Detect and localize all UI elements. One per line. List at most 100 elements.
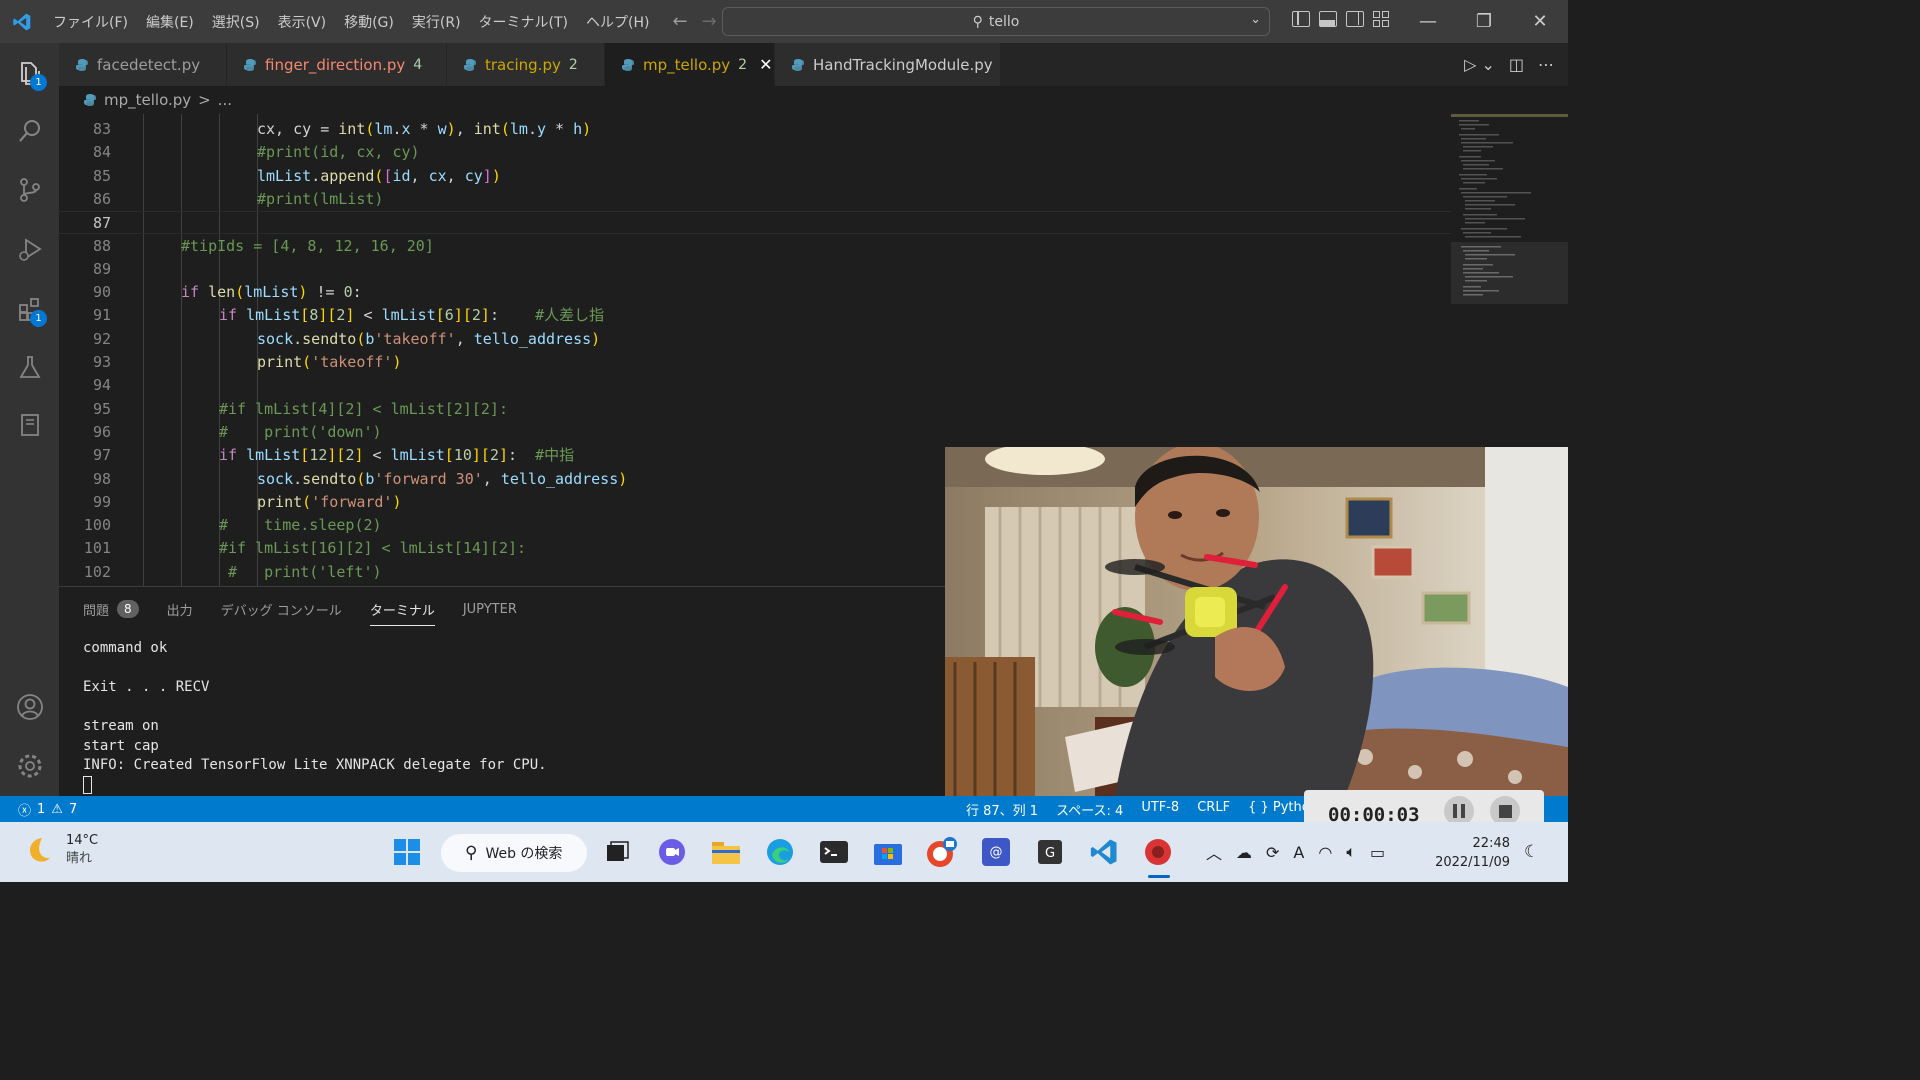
chat-icon[interactable] — [656, 836, 688, 868]
sync-icon[interactable]: ⟳ — [1266, 843, 1279, 862]
run-debug-icon[interactable] — [0, 223, 59, 275]
code-line[interactable]: 96 # print('down') — [59, 421, 1451, 444]
tab-tracing[interactable]: tracing.py 2 — [447, 43, 605, 86]
forward-arrow-icon[interactable]: → — [702, 11, 717, 32]
code-text: sock.sendto(b'takeoff', tello_address) — [257, 329, 601, 348]
code-line[interactable]: 89 — [59, 258, 1451, 281]
tab-jupyter[interactable]: JUPYTER — [463, 587, 517, 631]
microsoft-store-icon[interactable] — [872, 836, 904, 868]
back-arrow-icon[interactable]: ← — [672, 11, 687, 32]
file-explorer-icon[interactable] — [710, 836, 742, 868]
vscode-taskbar-icon[interactable] — [1088, 836, 1120, 868]
terminal-output[interactable]: command ok Exit . . . RECV stream on start … — [83, 639, 547, 795]
python-file-icon — [243, 58, 257, 72]
code-line[interactable]: 85 lmList.append([id, cx, cy]) — [59, 165, 1451, 188]
system-tray: ︿ ☁ ⟳ A ◠ 🔈︎ ▭ — [1206, 840, 1385, 864]
menu-app-icon[interactable]: @ — [980, 836, 1012, 868]
code-line[interactable]: 92 sock.sendto(b'takeoff', tello_address) — [59, 328, 1451, 351]
quiet-hours-moon-icon[interactable]: ☾ — [1524, 842, 1539, 862]
split-editor-icon[interactable]: ◫ — [1509, 55, 1524, 74]
tab-debug-console[interactable]: デバッグ コンソール — [221, 587, 342, 631]
run-python-icon[interactable]: ▷ ⌄ — [1464, 55, 1495, 74]
minimize-icon[interactable]: — — [1400, 0, 1456, 43]
taskbar-search[interactable]: ⚲ Web の検索 — [441, 834, 587, 872]
line-ending[interactable]: CRLF — [1197, 800, 1230, 819]
breadcrumb-symbol[interactable]: ... — [218, 91, 232, 109]
menu-file[interactable]: ファイル(F) — [44, 12, 137, 32]
line-number: 83 — [92, 120, 111, 138]
task-view-icon[interactable] — [602, 836, 634, 868]
code-line[interactable]: 84 #print(id, cx, cy) — [59, 141, 1451, 164]
language-mode[interactable]: { } Pytho — [1248, 800, 1310, 819]
source-control-icon[interactable] — [0, 164, 59, 216]
more-actions-icon[interactable]: ⋯ — [1538, 55, 1554, 74]
indentation[interactable]: スペース: 4 — [1056, 800, 1123, 819]
weather-widget[interactable]: 14°C 晴れ — [22, 832, 98, 868]
problems-status[interactable]: ⓧ 1 ⚠ 7 — [18, 800, 77, 819]
chevron-up-icon[interactable]: ︿ — [1206, 840, 1222, 864]
close-tab-icon[interactable]: ✕ — [759, 55, 772, 74]
warning-count: 7 — [68, 802, 78, 817]
start-button-icon[interactable] — [391, 836, 423, 868]
code-line[interactable]: 90 if len(lmList) != 0: — [59, 281, 1451, 304]
notebook-icon[interactable] — [0, 399, 59, 451]
volume-icon[interactable]: 🔈︎ — [1346, 842, 1356, 862]
menu-selection[interactable]: 選択(S) — [203, 12, 269, 32]
tab-label: HandTrackingModule.py — [813, 55, 993, 74]
code-line[interactable]: 83 cx, cy = int(lm.x * w), int(lm.y * h) — [59, 118, 1451, 141]
customize-layout-icon[interactable] — [1373, 11, 1389, 27]
code-line[interactable]: 93 print('takeoff') — [59, 351, 1451, 374]
toggle-sidebar-icon[interactable] — [1292, 11, 1310, 27]
title-bar: ファイル(F) 編集(E) 選択(S) 表示(V) 移動(G) 実行(R) ター… — [0, 0, 1568, 43]
code-line[interactable]: 86 #print(lmList) — [59, 188, 1451, 211]
ime-icon[interactable]: A — [1293, 843, 1304, 862]
restore-icon[interactable]: ❐ — [1456, 0, 1512, 43]
edge-browser-icon[interactable] — [764, 836, 796, 868]
encoding[interactable]: UTF-8 — [1141, 800, 1179, 819]
activity-bar: 1 1 — [0, 43, 59, 796]
tab-mp-tello[interactable]: mp_tello.py 2 ✕ — [605, 43, 775, 86]
code-line[interactable]: 88 #tipIds = [4, 8, 12, 16, 20] — [59, 235, 1451, 258]
onedrive-cloud-icon[interactable]: ☁ — [1236, 843, 1252, 862]
close-window-icon[interactable]: ✕ — [1512, 0, 1568, 43]
account-icon[interactable] — [0, 681, 59, 733]
toggle-panel-icon[interactable] — [1319, 11, 1337, 27]
menu-go[interactable]: 移動(G) — [335, 12, 403, 32]
menu-run[interactable]: 実行(R) — [403, 12, 470, 32]
breadcrumb-file[interactable]: mp_tello.py — [104, 91, 191, 109]
tab-problems[interactable]: 問題 8 — [83, 587, 139, 631]
code-line[interactable]: 91 if lmList[8][2] < lmList[6][2]: #人差し指 — [59, 304, 1451, 327]
chevron-down-icon[interactable]: ⌄ — [1250, 12, 1261, 27]
menu-view[interactable]: 表示(V) — [269, 12, 336, 32]
recorder-app-icon[interactable] — [1142, 836, 1174, 868]
tab-facedetect[interactable]: facedetect.py — [59, 43, 227, 86]
wifi-icon[interactable]: ◠ — [1318, 843, 1332, 862]
cursor-position[interactable]: 行 87、列 1 — [966, 800, 1038, 819]
app-g-icon[interactable]: G — [1034, 836, 1066, 868]
code-text: sock.sendto(b'forward 30', tello_address… — [257, 469, 628, 488]
testing-flask-icon[interactable] — [0, 341, 59, 393]
code-line[interactable]: 95 #if lmList[4][2] < lmList[2][2]: — [59, 398, 1451, 421]
tab-terminal[interactable]: ターミナル — [369, 587, 435, 631]
tab-handtracking-module[interactable]: HandTrackingModule.py — [775, 43, 1001, 86]
terminal-app-icon[interactable] — [818, 836, 850, 868]
explorer-icon[interactable]: 1 — [0, 47, 59, 99]
tab-output[interactable]: 出力 — [167, 587, 193, 631]
search-view-icon[interactable] — [0, 105, 59, 157]
menu-edit[interactable]: 編集(E) — [137, 12, 203, 32]
extensions-icon[interactable]: 1 — [0, 283, 59, 335]
tab-label: 出力 — [166, 603, 193, 619]
toggle-secondary-sidebar-icon[interactable] — [1346, 11, 1364, 27]
tab-finger-direction[interactable]: finger_direction.py 4 — [227, 43, 447, 86]
code-line[interactable]: 94 — [59, 374, 1451, 397]
menu-help[interactable]: ヘルプ(H) — [577, 12, 658, 32]
line-number: 90 — [92, 283, 111, 302]
code-text: #print(lmList) — [257, 189, 384, 208]
code-line[interactable]: 87 — [59, 211, 1451, 235]
taskbar-clock[interactable]: 22:48 2022/11/09 — [1434, 834, 1510, 872]
menu-terminal[interactable]: ターミナル(T) — [470, 12, 577, 32]
mail-app-icon[interactable] — [926, 836, 958, 868]
settings-gear-icon[interactable] — [0, 740, 59, 792]
battery-icon[interactable]: ▭ — [1370, 843, 1385, 862]
command-center-search[interactable]: ⚲ tello ⌄ — [722, 7, 1270, 36]
